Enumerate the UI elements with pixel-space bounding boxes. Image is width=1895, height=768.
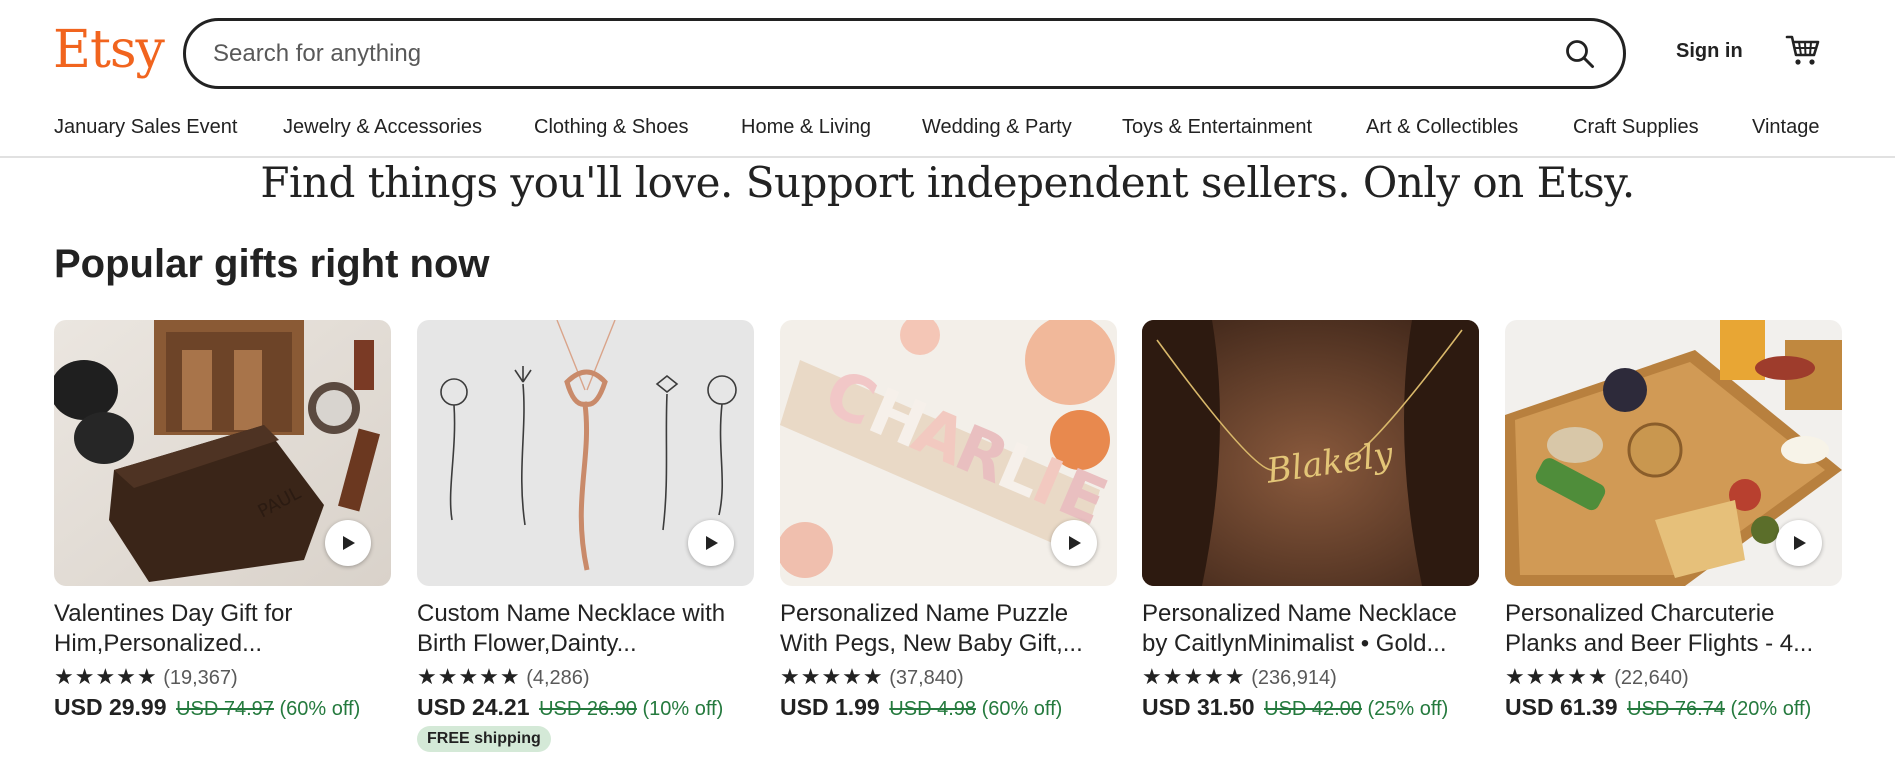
play-icon: [1069, 536, 1081, 550]
star-rating-icon: ★★★★★: [780, 664, 884, 689]
review-count: (19,367): [163, 667, 238, 689]
product-price: USD 24.21 USD 26.90 (10% off): [417, 694, 723, 721]
product-title[interactable]: Personalized Name Puzzle With Pegs, New …: [780, 599, 1117, 659]
play-video-button[interactable]: [1051, 520, 1097, 566]
original-price: USD 42.00: [1264, 698, 1362, 720]
product-price: USD 29.99 USD 74.97 (60% off): [54, 694, 360, 721]
review-count: (37,840): [889, 667, 964, 689]
cart-button[interactable]: [1785, 32, 1821, 68]
nav-vintage[interactable]: Vintage: [1752, 116, 1819, 139]
product-image-flower-necklace[interactable]: [417, 320, 754, 586]
nav-wedding-party[interactable]: Wedding & Party: [922, 116, 1072, 139]
play-icon: [1794, 536, 1806, 550]
nav-clothing-shoes[interactable]: Clothing & Shoes: [534, 116, 689, 139]
sale-price: USD 29.99: [54, 694, 167, 720]
sale-price: USD 31.50: [1142, 694, 1255, 720]
product-title[interactable]: Personalized Charcuterie Planks and Beer…: [1505, 599, 1842, 659]
discount-percent: (60% off): [279, 698, 361, 720]
play-video-button[interactable]: [1776, 520, 1822, 566]
cart-icon: [1785, 35, 1820, 65]
product-rating: ★★★★★ (236,914): [1142, 664, 1337, 690]
sign-in-link[interactable]: Sign in: [1676, 40, 1743, 63]
original-price: USD 76.74: [1627, 698, 1725, 720]
play-video-button[interactable]: [688, 520, 734, 566]
product-card[interactable]: C H A R L I E Personalized Name Puzzle W…: [780, 320, 1117, 760]
original-price: USD 4.98: [889, 698, 976, 720]
nav-toys-entertainment[interactable]: Toys & Entertainment: [1122, 116, 1312, 139]
section-title: Popular gifts right now: [54, 242, 490, 286]
sale-price: USD 24.21: [417, 694, 530, 720]
sale-price: USD 61.39: [1505, 694, 1618, 720]
original-price: USD 26.90: [539, 698, 637, 720]
nav-january-sales-event[interactable]: January Sales Event: [54, 116, 237, 139]
play-icon: [706, 536, 718, 550]
discount-percent: (20% off): [1730, 698, 1812, 720]
free-shipping-badge: FREE shipping: [417, 726, 551, 752]
search-icon: [1566, 40, 1594, 68]
star-rating-icon: ★★★★★: [1505, 664, 1609, 689]
product-title[interactable]: Personalized Name Necklace by CaitlynMin…: [1142, 599, 1479, 659]
product-image-wallet[interactable]: PAUL: [54, 320, 391, 586]
tagline: Find things you'll love. Support indepen…: [260, 158, 1635, 207]
product-card[interactable]: Personalized Charcuterie Planks and Beer…: [1505, 320, 1842, 760]
product-image-gold-necklace[interactable]: Blakely: [1142, 320, 1479, 586]
discount-percent: (60% off): [981, 698, 1063, 720]
product-rating: ★★★★★ (22,640): [1505, 664, 1689, 690]
star-rating-icon: ★★★★★: [1142, 664, 1246, 689]
gold-necklace-image: Blakely: [1142, 320, 1479, 586]
discount-percent: (10% off): [642, 698, 724, 720]
product-rating: ★★★★★ (19,367): [54, 664, 238, 690]
product-price: USD 61.39 USD 76.74 (20% off): [1505, 694, 1811, 721]
play-icon: [343, 536, 355, 550]
play-video-button[interactable]: [325, 520, 371, 566]
product-card[interactable]: PAUL Valentines Day Gift for Him,Persona…: [54, 320, 391, 760]
etsy-logo[interactable]: Etsy: [53, 18, 165, 82]
search-bar: [183, 18, 1626, 89]
sale-price: USD 1.99: [780, 694, 880, 720]
discount-percent: (25% off): [1367, 698, 1449, 720]
product-title[interactable]: Valentines Day Gift for Him,Personalized…: [54, 599, 391, 659]
product-price: USD 1.99 USD 4.98 (60% off): [780, 694, 1062, 721]
nav-art-collectibles[interactable]: Art & Collectibles: [1366, 116, 1518, 139]
product-card[interactable]: Custom Name Necklace with Birth Flower,D…: [417, 320, 754, 760]
site-header: Etsy Sign in: [0, 0, 1895, 89]
product-rating: ★★★★★ (37,840): [780, 664, 964, 690]
product-rating: ★★★★★ (4,286): [417, 664, 590, 690]
product-price: USD 31.50 USD 42.00 (25% off): [1142, 694, 1448, 721]
category-nav: January Sales Event Jewelry & Accessorie…: [0, 110, 1895, 158]
original-price: USD 74.97: [176, 698, 274, 720]
nav-craft-supplies[interactable]: Craft Supplies: [1573, 116, 1699, 139]
search-input[interactable]: [186, 23, 1486, 84]
nav-jewelry-accessories[interactable]: Jewelry & Accessories: [283, 116, 482, 139]
review-count: (236,914): [1251, 667, 1337, 689]
star-rating-icon: ★★★★★: [54, 664, 158, 689]
star-rating-icon: ★★★★★: [417, 664, 521, 689]
review-count: (22,640): [1614, 667, 1689, 689]
product-image-name-puzzle[interactable]: C H A R L I E: [780, 320, 1117, 586]
product-card[interactable]: Blakely Personalized Name Necklace by Ca…: [1142, 320, 1479, 760]
search-button[interactable]: [1561, 35, 1599, 73]
review-count: (4,286): [526, 667, 590, 689]
nav-home-living[interactable]: Home & Living: [741, 116, 871, 139]
product-title[interactable]: Custom Name Necklace with Birth Flower,D…: [417, 599, 754, 659]
product-image-charcuterie[interactable]: [1505, 320, 1842, 586]
